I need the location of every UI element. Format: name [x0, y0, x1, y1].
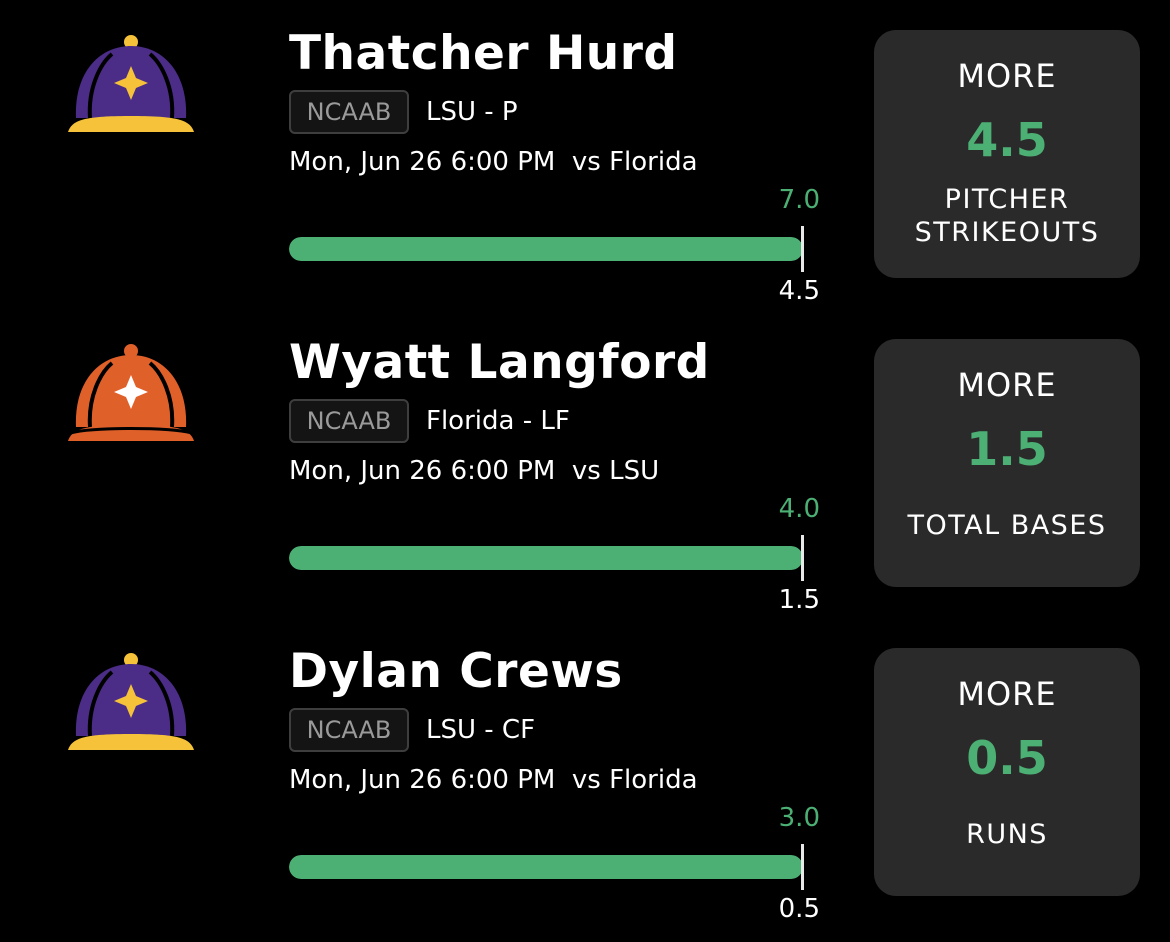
more-pick-button[interactable]: MORE 1.5 TOTAL BASES	[874, 339, 1140, 587]
game-time: Mon, Jun 26 6:00 PM	[289, 765, 556, 795]
team-position: LSU - CF	[426, 715, 536, 745]
line-value: 0.5	[778, 894, 820, 924]
stat-type: RUNS	[966, 819, 1048, 850]
projection-bar	[289, 237, 803, 261]
opponent: vs Florida	[571, 765, 698, 795]
projection-value: 4.0	[778, 494, 820, 524]
stat-type: TOTAL BASES	[907, 510, 1107, 541]
team-position: Florida - LF	[426, 406, 570, 436]
line-marker	[801, 844, 804, 890]
opponent: vs LSU	[571, 456, 660, 486]
game-info: Mon, Jun 26 6:00 PM vs Florida	[289, 142, 698, 182]
florida-cap-icon	[64, 343, 198, 447]
stat-type: PITCHER STRIKEOUTS	[884, 183, 1130, 249]
game-info: Mon, Jun 26 6:00 PM vs LSU	[289, 451, 659, 491]
player-card: Thatcher Hurd NCAAB LSU - P Mon, Jun 26 …	[0, 0, 1170, 309]
pick-direction: MORE	[957, 675, 1057, 713]
pick-line: 0.5	[966, 731, 1048, 785]
line-marker	[801, 226, 804, 272]
projection-value: 7.0	[778, 185, 820, 215]
projection-bar	[289, 546, 803, 570]
lsu-cap-icon	[64, 652, 198, 756]
pick-line: 4.5	[966, 113, 1048, 167]
pick-direction: MORE	[957, 57, 1057, 95]
game-time: Mon, Jun 26 6:00 PM	[289, 456, 556, 486]
projection-bar-fill	[289, 546, 803, 570]
team-position: LSU - P	[426, 97, 518, 127]
player-name: Dylan Crews	[289, 644, 623, 699]
player-name: Thatcher Hurd	[289, 26, 678, 81]
projection-bar-fill	[289, 237, 803, 261]
projection-bar	[289, 855, 803, 879]
player-card: Wyatt Langford NCAAB Florida - LF Mon, J…	[0, 309, 1170, 618]
opponent: vs Florida	[571, 147, 698, 177]
league-badge: NCAAB	[289, 708, 409, 752]
more-pick-button[interactable]: MORE 0.5 RUNS	[874, 648, 1140, 896]
league-badge: NCAAB	[289, 90, 409, 134]
line-value: 4.5	[778, 276, 820, 306]
pick-direction: MORE	[957, 366, 1057, 404]
stat-type-line1: PITCHER	[944, 184, 1070, 215]
more-pick-button[interactable]: MORE 4.5 PITCHER STRIKEOUTS	[874, 30, 1140, 278]
projection-value: 3.0	[778, 803, 820, 833]
league-badge: NCAAB	[289, 399, 409, 443]
projection-bar-fill	[289, 855, 803, 879]
line-marker	[801, 535, 804, 581]
stat-type-line2: STRIKEOUTS	[914, 217, 1100, 248]
game-time: Mon, Jun 26 6:00 PM	[289, 147, 556, 177]
lsu-cap-icon	[64, 34, 198, 138]
line-value: 1.5	[778, 585, 820, 615]
player-card: Dylan Crews NCAAB LSU - CF Mon, Jun 26 6…	[0, 618, 1170, 927]
player-name: Wyatt Langford	[289, 335, 710, 390]
pick-line: 1.5	[966, 422, 1048, 476]
game-info: Mon, Jun 26 6:00 PM vs Florida	[289, 760, 698, 800]
